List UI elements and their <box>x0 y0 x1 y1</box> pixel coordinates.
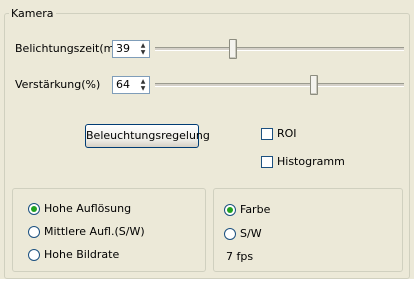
arrow-down-icon[interactable]: ▼ <box>138 85 148 92</box>
histogram-label[interactable]: Histogramm <box>277 155 345 169</box>
lighting-control-button[interactable]: Beleuchtungsregelung <box>85 124 210 148</box>
arrow-up-icon[interactable]: ▲ <box>138 78 148 85</box>
camera-settings-panel: Kamera Belichtungszeit(ms) 39 ▲ ▼ Verstä… <box>0 0 414 282</box>
roi-checkbox[interactable] <box>261 128 273 140</box>
fps-readout: 7 fps <box>226 250 254 263</box>
monochrome-label[interactable]: S/W <box>240 227 262 241</box>
radio-high-resolution[interactable] <box>28 203 40 215</box>
exposure-slider-thumb[interactable] <box>229 39 237 59</box>
exposure-label: Belichtungszeit(ms) <box>15 42 125 55</box>
radio-monochrome[interactable] <box>224 228 236 240</box>
kamera-groupbox-title: Kamera <box>9 7 56 20</box>
gain-slider-track[interactable] <box>155 83 404 87</box>
color-label[interactable]: Farbe <box>240 203 270 217</box>
gain-spinbox[interactable]: 64 ▲ ▼ <box>112 76 150 94</box>
exposure-spinbox[interactable]: 39 ▲ ▼ <box>112 40 150 58</box>
medium-resolution-label[interactable]: Mittlere Aufl.(S/W) <box>44 225 145 239</box>
exposure-value[interactable]: 39 <box>116 42 130 56</box>
radio-high-framerate[interactable] <box>28 249 40 261</box>
gain-slider-thumb[interactable] <box>310 75 318 95</box>
radio-medium-resolution[interactable] <box>28 226 40 238</box>
high-framerate-label[interactable]: Hohe Bildrate <box>44 248 119 262</box>
arrow-up-icon[interactable]: ▲ <box>138 42 148 49</box>
exposure-slider-track[interactable] <box>155 47 404 51</box>
gain-value[interactable]: 64 <box>116 78 130 92</box>
radio-selected-dot <box>227 207 233 213</box>
arrow-down-icon[interactable]: ▼ <box>138 49 148 56</box>
radio-color[interactable] <box>224 204 236 216</box>
high-resolution-label[interactable]: Hohe Auflösung <box>44 202 131 216</box>
gain-label: Verstärkung(%) <box>15 78 101 91</box>
radio-selected-dot <box>31 206 37 212</box>
histogram-checkbox[interactable] <box>261 156 273 168</box>
roi-label[interactable]: ROI <box>277 127 297 141</box>
